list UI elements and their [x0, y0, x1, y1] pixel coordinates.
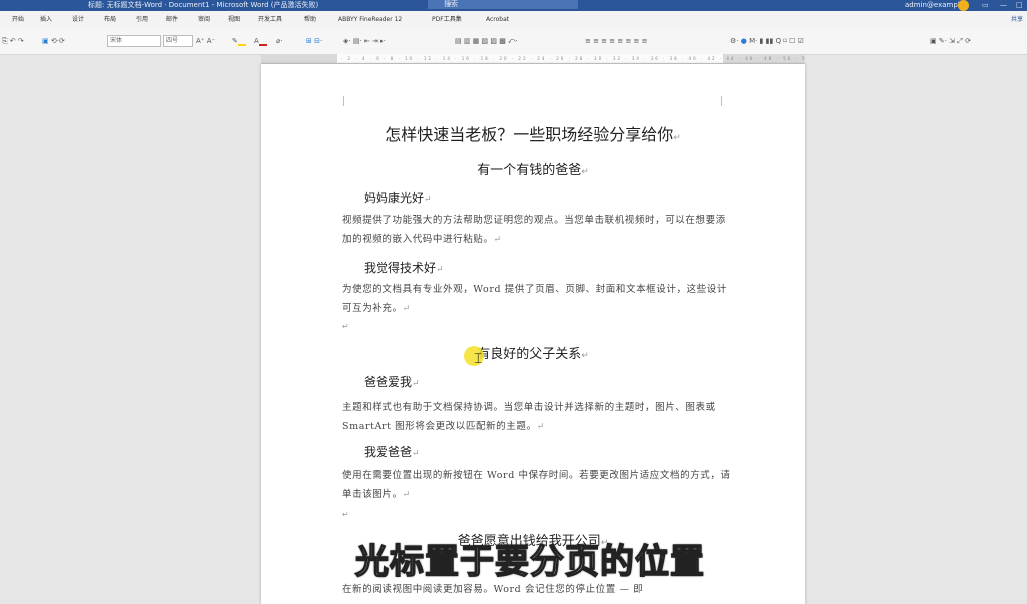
tab-mailings[interactable]: 邮件: [166, 11, 178, 29]
subsection-heading[interactable]: 妈妈康光好↵: [364, 191, 432, 208]
font-color-icon[interactable]: A: [254, 36, 267, 46]
subsection-heading[interactable]: 爸爸爱我↵: [364, 375, 420, 392]
subsection-heading[interactable]: 我爱爸爸↵: [364, 445, 420, 462]
paste-icon[interactable]: ⎘ ↶ ↷: [2, 36, 24, 46]
margin-corner-right: [721, 96, 730, 106]
tab-home[interactable]: 开始: [12, 11, 24, 29]
body-paragraph[interactable]: 使用在需要位置出现的新按钮在 Word 中保存时间。若要更改图片适应文档的方式，…: [342, 466, 732, 505]
subsection-heading[interactable]: 我觉得技术好↵: [364, 261, 444, 278]
tab-acrobat[interactable]: Acrobat: [486, 11, 509, 29]
highlight-color-icon[interactable]: ✎: [232, 36, 246, 46]
video-subtitle: 光标置于要分页的位置: [354, 541, 705, 582]
document-page[interactable]: 怎样快速当老板？一些职场经验分享给你↵ 有一个有钱的爸爸↵ 妈妈康光好↵ 视频提…: [261, 64, 805, 604]
styles-icon[interactable]: ⚙· ● M· ▮ ▮▮ Q ⌑ ☐ ☑: [730, 36, 804, 46]
body-paragraph[interactable]: 为使您的文档具有专业外观，Word 提供了页眉、页脚、封面和文本框设计，这些设计…: [342, 280, 732, 319]
tab-pdf-tools[interactable]: PDF工具集: [432, 11, 462, 29]
empty-paragraph-mark: ↵: [342, 510, 349, 519]
title-bar: 标题: 无标题文档-Word · Document1 - Microsoft W…: [0, 0, 1027, 11]
mouse-pointer-icon: ⌶: [474, 351, 483, 367]
align-icon[interactable]: ≡ ≡ ≡ ≡ ≡ ≡ ≡ ≡: [585, 36, 648, 46]
tab-insert[interactable]: 插入: [40, 11, 52, 29]
save-icon[interactable]: ▣ ⟲·⟳: [42, 36, 65, 46]
share-button[interactable]: 共享: [1011, 15, 1023, 24]
body-paragraph[interactable]: 主题和样式也有助于文档保持协调。当您单击设计并选择新的主题时，图片、图表或 Sm…: [342, 398, 732, 437]
font-name-select[interactable]: 宋体: [107, 35, 161, 47]
margin-corner-left: [335, 96, 344, 106]
tab-layout[interactable]: 布局: [104, 11, 116, 29]
search-icon: ⌕: [448, 0, 452, 8]
avatar[interactable]: [958, 0, 969, 11]
body-paragraph[interactable]: 在新的阅读视图中阅读更加容易。Word 会记住您的停止位置 — 即: [342, 580, 732, 600]
section-heading[interactable]: 有良好的父子关系↵: [261, 347, 805, 364]
shading-icon[interactable]: ◈· ▤· ⇤ ⇥ ▸·: [343, 36, 386, 46]
section-heading[interactable]: 有一个有钱的爸爸↵: [261, 163, 805, 180]
tab-abbyy[interactable]: ABBYY FineReader 12: [338, 11, 402, 29]
empty-paragraph-mark: ↵: [342, 322, 349, 331]
horizontal-ruler[interactable]: · 2 · 4 · 6 · 8 · 10 · 12 · 14 · 16 · 18…: [261, 54, 805, 64]
tab-review[interactable]: 审阅: [198, 11, 210, 29]
page-break-icon[interactable]: ⊞ ⊟·: [306, 36, 322, 46]
paragraph-tools-icon[interactable]: ▤ ▥ ▦ ▧ ▨ ▩ ⤺·: [455, 36, 518, 46]
clear-format-icon[interactable]: ⌀·: [276, 36, 282, 46]
tab-design[interactable]: 设计: [72, 11, 84, 29]
minimize-icon[interactable]: —: [1000, 0, 1007, 11]
tab-view[interactable]: 视图: [228, 11, 240, 29]
tab-developer[interactable]: 开发工具: [258, 11, 282, 29]
document-title[interactable]: 怎样快速当老板？一些职场经验分享给你↵: [261, 125, 805, 148]
maximize-icon[interactable]: □: [1016, 0, 1023, 11]
ribbon-tabs: 开始 插入 设计 布局 引用 邮件 审阅 视图 开发工具 帮助 ABBYY Fi…: [0, 11, 1027, 29]
font-size-select[interactable]: 四号: [163, 35, 193, 47]
font-grow-shrink-icon[interactable]: A⁺ A⁻: [196, 36, 215, 46]
ribbon-display-icon[interactable]: ▭: [982, 0, 989, 11]
window-title: 标题: 无标题文档-Word · Document1 - Microsoft W…: [88, 1, 319, 9]
search-box[interactable]: ⌕ 搜索: [428, 0, 578, 9]
select-icon[interactable]: ▣ ✎· ⇲ ⤢ ⟳: [930, 36, 971, 46]
formatting-toolbar: ⎘ ↶ ↷ ▣ ⟲·⟳ 宋体 四号 A⁺ A⁻ ✎ A ⌀· ⊞ ⊟· ◈· ▤…: [0, 29, 1027, 55]
tab-references[interactable]: 引用: [136, 11, 148, 29]
tab-help[interactable]: 帮助: [304, 11, 316, 29]
user-name[interactable]: admin@example: [905, 0, 964, 11]
body-paragraph[interactable]: 视频提供了功能强大的方法帮助您证明您的观点。当您单击联机视频时，可以在想要添加的…: [342, 211, 732, 250]
